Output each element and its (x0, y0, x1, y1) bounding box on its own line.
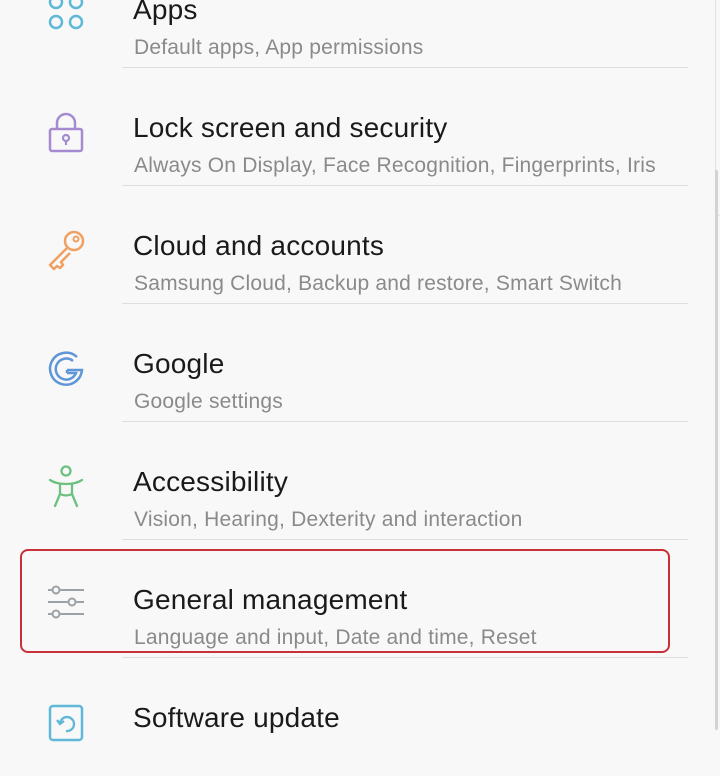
settings-item-subtitle: Always On Display, Face Recognition, Fin… (134, 154, 656, 177)
settings-item-subtitle: Google settings (134, 390, 283, 413)
settings-item-google[interactable]: Google Google settings (0, 304, 720, 422)
settings-item-subtitle: Samsung Cloud, Backup and restore, Smart… (134, 272, 622, 295)
settings-item-subtitle: Language and input, Date and time, Reset (134, 626, 537, 649)
settings-item-title: Apps (133, 0, 198, 25)
settings-item-title: Accessibility (133, 466, 289, 497)
settings-item-apps[interactable]: Apps Default apps, App permissions (0, 0, 720, 68)
settings-list: Apps Default apps, App permissions Lock … (0, 0, 720, 776)
apps-icon (44, 0, 88, 36)
settings-item-title: Google (133, 348, 225, 379)
lock-icon (44, 110, 88, 154)
key-icon (44, 228, 88, 272)
settings-item-cloud-accounts[interactable]: Cloud and accounts Samsung Cloud, Backup… (0, 186, 720, 304)
settings-item-subtitle: Vision, Hearing, Dexterity and interacti… (134, 508, 523, 531)
settings-item-title: Lock screen and security (133, 112, 448, 143)
settings-item-title: Cloud and accounts (133, 230, 385, 261)
google-icon (44, 346, 88, 390)
settings-item-subtitle: Default apps, App permissions (134, 36, 424, 59)
scrollbar[interactable] (712, 0, 720, 730)
sliders-icon (44, 582, 88, 626)
settings-item-accessibility[interactable]: Accessibility Vision, Hearing, Dexterity… (0, 422, 720, 540)
settings-item-title: General management (133, 584, 408, 615)
settings-item-lock-screen[interactable]: Lock screen and security Always On Displ… (0, 68, 720, 186)
accessibility-icon (44, 464, 88, 508)
settings-item-software-update[interactable]: Software update (0, 658, 720, 776)
scrollbar-thumb[interactable] (715, 170, 718, 730)
settings-item-general-management[interactable]: General management Language and input, D… (0, 540, 720, 658)
software-update-icon (44, 700, 88, 744)
settings-item-title: Software update (133, 702, 340, 733)
